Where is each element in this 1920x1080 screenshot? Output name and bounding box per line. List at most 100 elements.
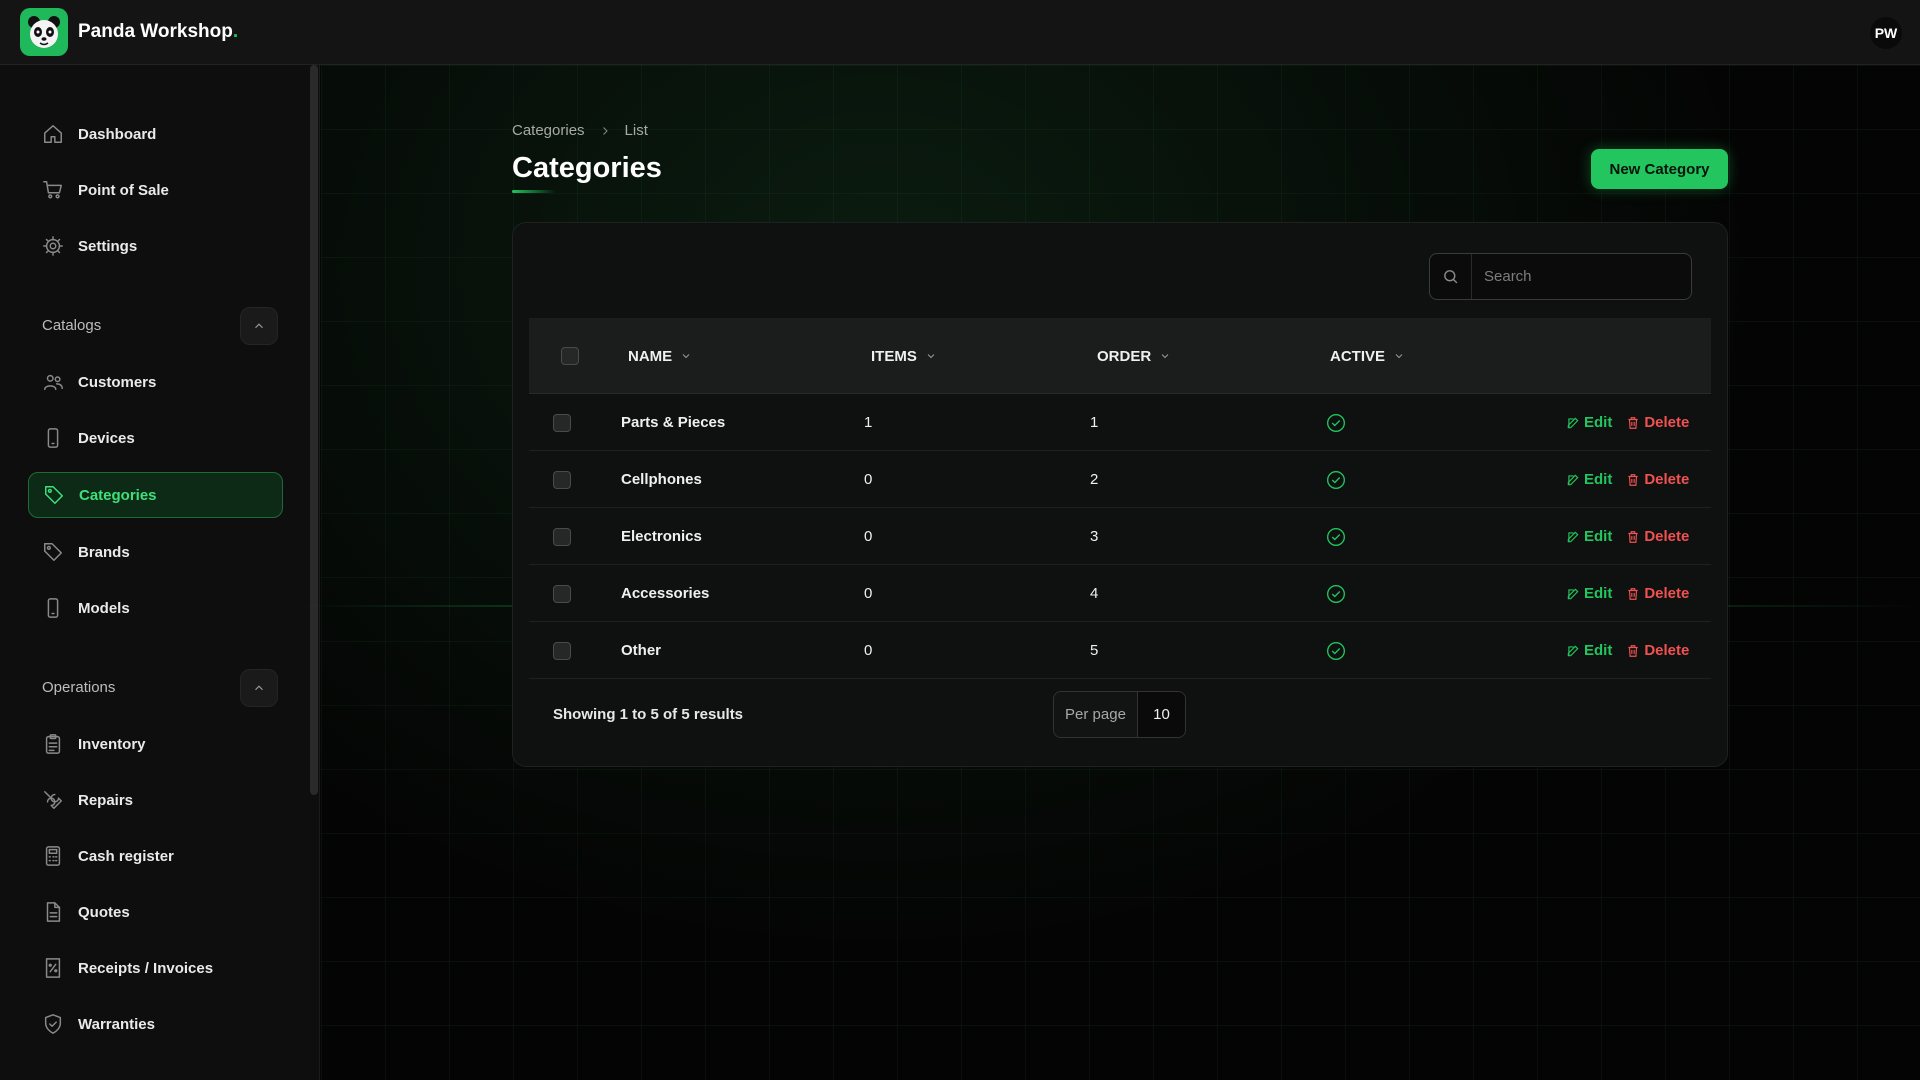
sidebar-item-label: Settings xyxy=(78,237,138,255)
search-input[interactable] xyxy=(1472,268,1672,285)
sidebar-item-label: Receipts / Invoices xyxy=(78,959,214,977)
per-page-label: Per page xyxy=(1054,692,1138,737)
sidebar-item-label: Models xyxy=(78,599,130,617)
row-checkbox[interactable] xyxy=(553,413,571,432)
row-checkbox[interactable] xyxy=(553,641,571,660)
sidebar-item-customers[interactable]: Customers xyxy=(28,359,283,405)
tag-icon xyxy=(44,543,62,561)
tag-icon xyxy=(45,486,63,504)
breadcrumb: Categories List xyxy=(512,122,648,139)
cell-order: 5 xyxy=(1090,642,1099,659)
chevron-down-icon xyxy=(927,354,935,359)
edit-icon xyxy=(1567,417,1579,428)
sidebar-item-label: Quotes xyxy=(78,903,130,921)
sidebar-item-models[interactable]: Models xyxy=(28,585,283,631)
cell-order: 1 xyxy=(1090,414,1099,431)
cell-name: Cellphones xyxy=(621,471,702,488)
column-header-order[interactable]: ORDER xyxy=(1097,318,1171,394)
cell-order: 3 xyxy=(1090,528,1099,545)
check-circle-icon xyxy=(1327,413,1345,432)
table-row[interactable]: Cellphones 0 2 Edit Delete xyxy=(529,451,1711,508)
sidebar-item-quotes[interactable]: Quotes xyxy=(28,889,283,935)
sidebar-item-devices[interactable]: Devices xyxy=(28,415,283,461)
phone-icon xyxy=(47,428,59,448)
per-page-value[interactable]: 10 xyxy=(1138,692,1185,737)
trash-icon xyxy=(1628,530,1639,543)
sidebar-item-label: Point of Sale xyxy=(78,181,169,199)
page-title: Categories xyxy=(512,152,662,184)
trash-icon xyxy=(1628,416,1639,429)
cell-name: Parts & Pieces xyxy=(621,414,726,431)
search-icon xyxy=(1444,270,1458,284)
edit-button[interactable]: Edit xyxy=(1566,471,1612,488)
search-box xyxy=(1429,253,1692,300)
breadcrumb-item-categories[interactable]: Categories xyxy=(512,122,585,139)
sidebar-item-repairs[interactable]: Repairs xyxy=(28,777,283,823)
chevron-down-icon xyxy=(1161,354,1169,359)
phone-icon xyxy=(47,598,59,618)
sidebar-item-dashboard[interactable]: Dashboard xyxy=(28,111,283,157)
panda-logo-icon[interactable] xyxy=(20,8,68,56)
column-header-name[interactable]: NAME xyxy=(628,318,692,394)
cell-order: 2 xyxy=(1090,471,1099,488)
sidebar-item-settings[interactable]: Settings xyxy=(28,223,283,269)
edit-icon xyxy=(1567,474,1579,485)
chevron-down-icon xyxy=(1395,354,1403,359)
new-category-button[interactable]: New Category xyxy=(1591,149,1728,189)
sidebar-item-receipts-invoices[interactable]: Receipts / Invoices xyxy=(28,945,283,991)
chevron-down-icon xyxy=(682,354,690,359)
select-all-checkbox-cell xyxy=(561,318,579,394)
sidebar-item-warranties[interactable]: Warranties xyxy=(28,1001,283,1047)
delete-button[interactable]: Delete xyxy=(1626,414,1689,431)
sidebar-group-catalogs: Catalogs xyxy=(42,317,102,334)
shield-check-icon xyxy=(44,1014,62,1034)
chevron-right-icon xyxy=(602,126,608,135)
check-circle-icon xyxy=(1327,527,1345,546)
title-underline xyxy=(512,190,556,193)
table-row[interactable]: Accessories 0 4 Edit Delete xyxy=(529,565,1711,622)
edit-button[interactable]: Edit xyxy=(1566,414,1612,431)
row-checkbox[interactable] xyxy=(553,527,571,546)
table-row[interactable]: Electronics 0 3 Edit Delete xyxy=(529,508,1711,565)
sidebar-scrollbar[interactable] xyxy=(310,65,318,795)
delete-button[interactable]: Delete xyxy=(1626,528,1689,545)
sidebar-item-brands[interactable]: Brands xyxy=(28,529,283,575)
operations-collapse-button[interactable] xyxy=(240,669,278,707)
sidebar-item-categories[interactable]: Categories xyxy=(28,472,283,518)
delete-button[interactable]: Delete xyxy=(1626,585,1689,602)
breadcrumb-item-list: List xyxy=(624,122,648,139)
sidebar-item-label: Devices xyxy=(78,429,135,447)
cell-items: 1 xyxy=(864,414,873,431)
check-circle-icon xyxy=(1327,470,1345,489)
chevron-up-icon xyxy=(255,685,263,691)
delete-button[interactable]: Delete xyxy=(1626,471,1689,488)
edit-button[interactable]: Edit xyxy=(1566,528,1612,545)
app-name: Panda Workshop. xyxy=(78,21,239,42)
sidebar-item-inventory[interactable]: Inventory xyxy=(28,721,283,767)
sidebar-item-point-of-sale[interactable]: Point of Sale xyxy=(28,167,283,213)
row-checkbox[interactable] xyxy=(553,470,571,489)
edit-button[interactable]: Edit xyxy=(1566,585,1612,602)
column-header-items[interactable]: ITEMS xyxy=(871,318,937,394)
catalogs-collapse-button[interactable] xyxy=(240,307,278,345)
cell-items: 0 xyxy=(864,528,873,545)
edit-button[interactable]: Edit xyxy=(1566,642,1612,659)
sidebar-item-label: Warranties xyxy=(78,1015,155,1033)
sidebar-item-cash-register[interactable]: Cash register xyxy=(28,833,283,879)
trash-icon xyxy=(1628,587,1639,600)
gear-icon xyxy=(43,236,63,256)
document-icon xyxy=(46,902,61,922)
per-page-select[interactable]: Per page 10 xyxy=(1053,691,1186,738)
top-bar: Panda Workshop. PW xyxy=(0,0,1920,65)
table-row[interactable]: Other 0 5 Edit Delete xyxy=(529,622,1711,679)
row-checkbox[interactable] xyxy=(553,584,571,603)
table-row[interactable]: Parts & Pieces 1 1 Edit Delete xyxy=(529,394,1711,451)
delete-button[interactable]: Delete xyxy=(1626,642,1689,659)
select-all-checkbox[interactable] xyxy=(561,347,579,365)
tools-icon xyxy=(44,791,62,809)
edit-icon xyxy=(1567,531,1579,542)
sidebar-item-label: Customers xyxy=(78,373,157,391)
column-header-active[interactable]: ACTIVE xyxy=(1330,318,1405,394)
edit-icon xyxy=(1567,645,1579,656)
user-avatar[interactable]: PW xyxy=(1870,17,1902,49)
